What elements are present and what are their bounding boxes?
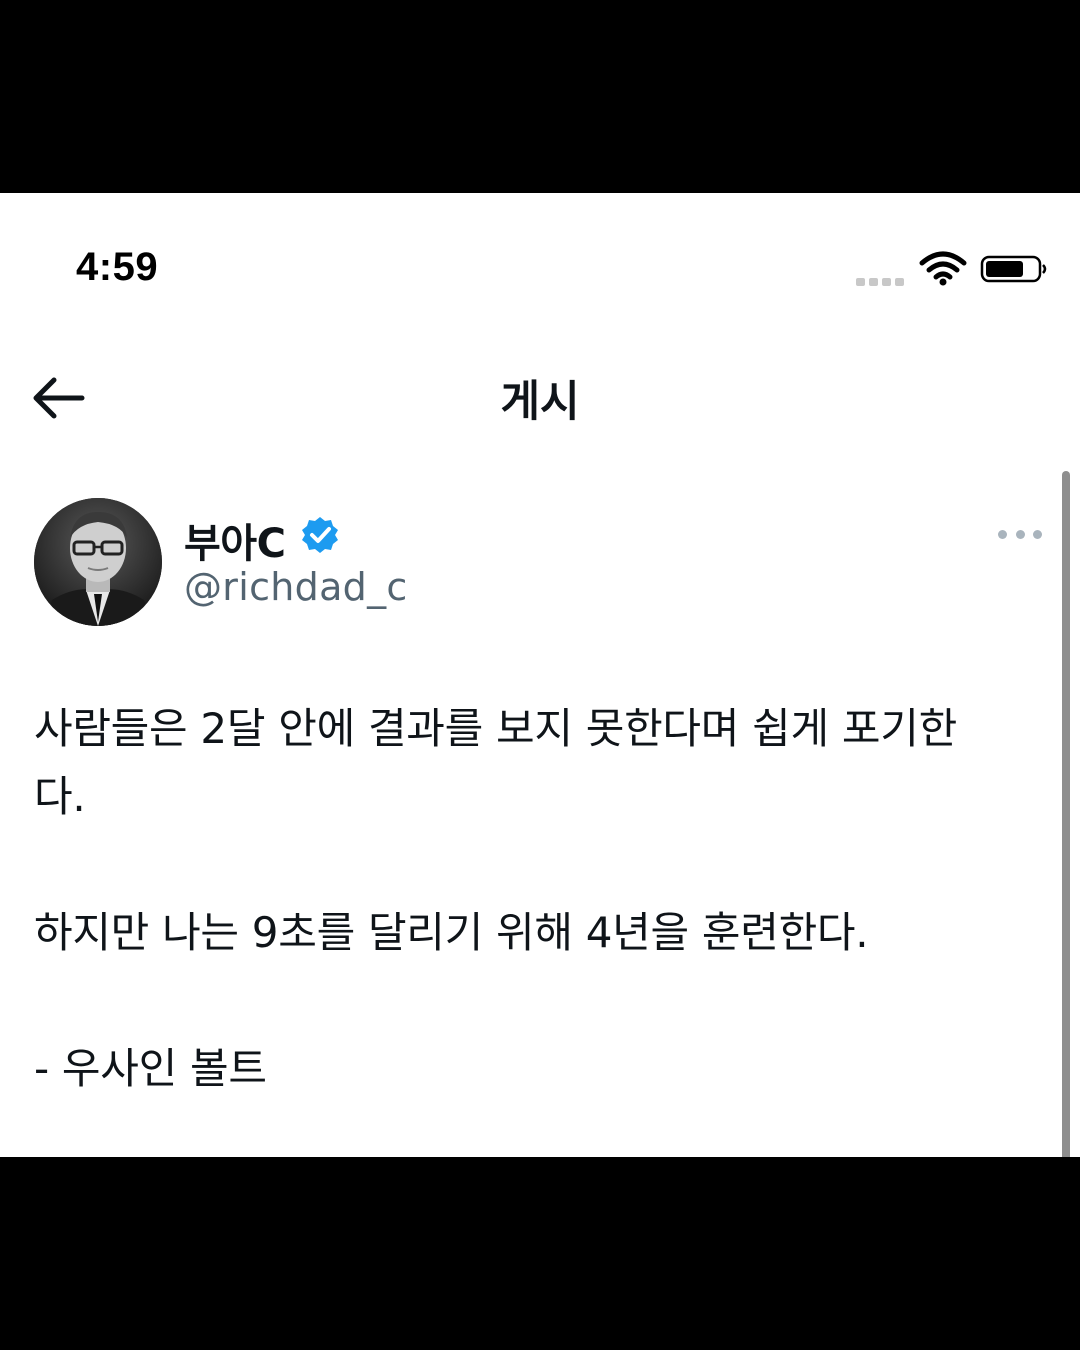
post-line: 다. [34,772,86,821]
author-handle[interactable]: @richdad_c [184,565,408,609]
wifi-icon [919,251,967,286]
verified-badge-icon [302,517,338,553]
scrollbar[interactable] [1062,471,1070,1157]
post-line: 하지만 나는 9초를 달리기 위해 4년을 훈련한다. [34,908,869,957]
more-horizontal-icon[interactable] [998,530,1042,542]
letterbox-bottom [0,1157,1080,1350]
page-title: 게시 [500,377,580,427]
status-time: 4:59 [76,245,159,289]
signal-dots-icon [856,278,908,286]
post-text: 사람들은 2달 안에 결과를 보지 못한다며 쉽게 포기한 다. 하지만 나는 … [34,695,1044,1103]
phone-screen: 4:59 게시 부아C @richdad_c 사람들은 2달 안에 결과를 보지… [0,193,1080,1157]
letterbox-top [0,0,1080,193]
battery-icon [980,255,1047,283]
post-line: - 우사인 볼트 [34,1044,267,1093]
author-display-name[interactable]: 부아C [184,511,286,569]
avatar[interactable] [34,498,162,626]
post-line: 사람들은 2달 안에 결과를 보지 못한다며 쉽게 포기한 [34,704,957,753]
